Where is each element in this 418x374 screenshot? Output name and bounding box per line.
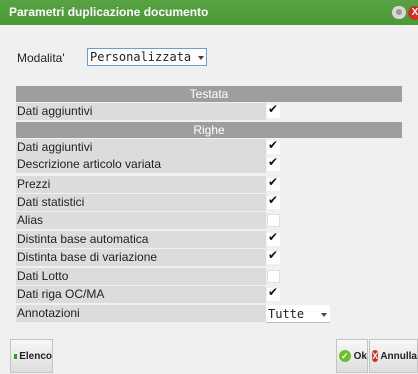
annulla-button[interactable]: X Annulla [369,339,418,373]
annotazioni-label: Annotazioni [17,306,80,320]
elenco-label: Elenco [19,350,52,362]
righe-row-descrizione-articolo: Descrizione articolo variata [16,155,280,173]
check-circle-icon: ✓ [339,350,351,362]
annotazioni-select[interactable]: Tutte [266,305,330,323]
checkbox[interactable] [267,175,280,191]
row-label: Dati Lotto [17,269,69,283]
close-icon[interactable]: X [408,5,418,20]
checkbox[interactable] [267,285,280,301]
row-label: Distinta base automatica [17,232,149,246]
righe-row-dati-statistici: Dati statistici [16,193,280,211]
elenco-button[interactable]: Elenco [10,339,53,373]
righe-row-prezzi: Prezzi [16,175,280,193]
checkbox[interactable] [267,214,280,227]
ok-label: Ok [353,350,367,362]
chevron-down-icon [198,56,204,60]
testata-row-dati-aggiuntivi: Dati aggiuntivi [16,102,280,120]
window-title: Parametri duplicazione documento [9,5,209,19]
row-label: Distinta base di variazione [17,250,158,264]
righe-row-dati-riga-ocma: Dati riga OC/MA [16,285,280,303]
annulla-label: Annulla [380,350,417,362]
checkbox[interactable] [267,193,280,209]
row-label: Dati statistici [17,195,85,209]
righe-row-dati-lotto: Dati Lotto [16,268,280,285]
row-label: Alias [17,213,44,227]
righe-row-alias: Alias [16,212,280,229]
section-header-testata: Testata [16,86,402,102]
righe-row-distinta-automatica: Distinta base automatica [16,230,280,248]
minimize-icon[interactable] [392,6,406,19]
mode-select[interactable]: Personalizzata [87,48,207,66]
righe-row-distinta-variazione: Distinta base di variazione [16,248,280,266]
chevron-down-icon [321,313,327,317]
righe-row-dati-aggiuntivi: Dati aggiuntivi [16,138,280,156]
checkbox[interactable] [267,230,280,246]
section-header-righe: Righe [16,122,402,138]
mode-label: Modalita' [17,51,65,65]
annotazioni-row: Annotazioni [16,305,266,322]
window-controls: X [392,5,418,20]
checkbox[interactable] [267,102,280,118]
row-label: Dati aggiuntivi [17,104,93,118]
mode-value: Personalizzata [90,50,192,64]
window-titlebar: Parametri duplicazione documento X [0,0,418,25]
row-label: Dati riga OC/MA [17,287,105,301]
annotazioni-value: Tutte [268,307,305,321]
checkbox[interactable] [267,270,280,283]
x-circle-icon: X [372,350,379,362]
row-label: Descrizione articolo variata [17,157,162,171]
green-square-icon [14,353,18,359]
ok-button[interactable]: ✓ Ok [336,339,368,373]
checkbox[interactable] [267,155,280,171]
checkbox[interactable] [267,138,280,154]
row-label: Prezzi [17,177,51,191]
checkbox[interactable] [267,248,280,264]
row-label: Dati aggiuntivi [17,140,93,154]
